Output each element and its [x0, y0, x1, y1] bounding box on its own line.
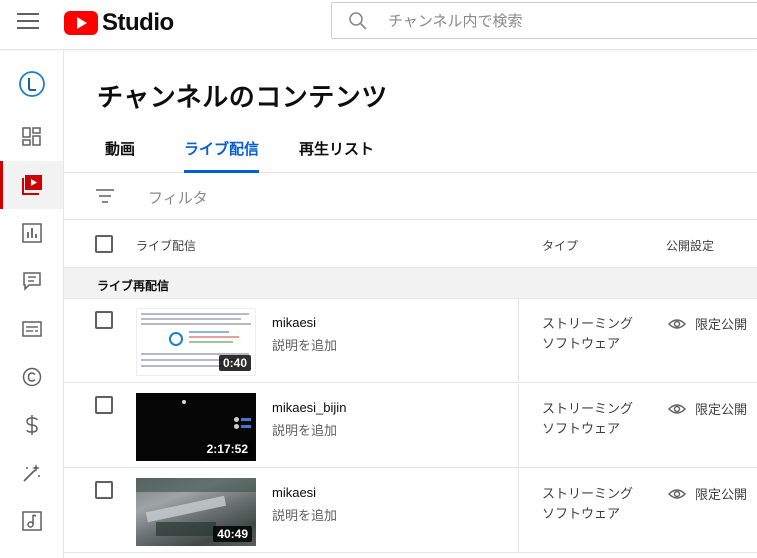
visibility-label: 限定公開 — [695, 402, 748, 417]
filter-input[interactable]: フィルタ — [148, 187, 208, 208]
filter-icon[interactable] — [95, 188, 115, 204]
row-checkbox[interactable] — [95, 311, 113, 329]
section-header: ライブ再配信 — [64, 268, 757, 299]
stream-type: ストリーミング ソフトウェア — [542, 484, 633, 524]
stream-type: ストリーミング ソフトウェア — [542, 399, 633, 439]
menu-icon[interactable] — [17, 13, 39, 31]
comments-icon — [22, 272, 41, 291]
eye-icon — [668, 488, 686, 499]
column-header-type[interactable]: タイプ — [542, 237, 578, 254]
video-duration: 0:40 — [218, 355, 251, 371]
add-description-link[interactable]: 説明を追加 — [272, 335, 337, 354]
video-title[interactable]: mikaesi — [272, 315, 316, 330]
search-icon — [348, 11, 368, 31]
add-description-link[interactable]: 説明を追加 — [272, 420, 337, 439]
table-header: ライブ配信 タイプ 公開設定 — [64, 220, 757, 268]
select-all-checkbox[interactable] — [95, 235, 113, 253]
column-divider — [518, 469, 519, 553]
page-title: チャンネルのコンテンツ — [97, 82, 388, 112]
visibility-selector[interactable]: 限定公開 — [668, 484, 747, 503]
column-divider — [518, 384, 519, 468]
stream-type-line1: ストリーミング — [542, 486, 634, 501]
column-header-live[interactable]: ライブ配信 — [136, 237, 196, 254]
column-header-visibility[interactable]: 公開設定 — [666, 237, 714, 254]
stream-type-line1: ストリーミング — [542, 316, 634, 331]
audio-library-icon — [21, 511, 42, 531]
sidebar — [0, 51, 64, 558]
sidebar-item-comments[interactable] — [0, 257, 63, 305]
stream-type: ストリーミング ソフトウェア — [542, 314, 633, 354]
sidebar-item-monetization[interactable] — [0, 401, 63, 449]
channel-avatar-icon — [18, 71, 45, 97]
eye-icon — [668, 403, 686, 414]
copyright-icon — [22, 367, 41, 387]
column-divider — [518, 299, 519, 383]
sidebar-item-content[interactable] — [0, 161, 63, 209]
visibility-selector[interactable]: 限定公開 — [668, 399, 747, 418]
tab-playlists[interactable]: 再生リスト — [299, 126, 374, 171]
stream-type-line2: ソフトウェア — [542, 421, 621, 436]
top-bar: Studio チャンネル内で検索 — [0, 0, 757, 50]
search-input[interactable]: チャンネル内で検索 — [388, 10, 523, 31]
app-name: Studio — [102, 9, 174, 36]
sidebar-item-customization[interactable] — [0, 449, 63, 497]
row-checkbox[interactable] — [95, 481, 113, 499]
customization-icon — [22, 464, 40, 482]
section-label: ライブ再配信 — [97, 279, 170, 293]
stream-type-line2: ソフトウェア — [542, 506, 621, 521]
video-thumbnail[interactable]: 0:40 — [136, 308, 256, 376]
video-duration: 40:49 — [213, 526, 252, 542]
video-title[interactable]: mikaesi — [272, 485, 316, 500]
table-row[interactable]: 0:40 mikaesi 説明を追加 ストリーミング ソフトウェア 限定公開 — [64, 299, 757, 383]
dashboard-icon — [21, 127, 41, 146]
video-thumbnail[interactable]: 2:17:52 — [136, 393, 256, 461]
filter-bar: フィルタ — [64, 173, 757, 220]
visibility-label: 限定公開 — [695, 487, 748, 502]
tab-live[interactable]: ライブ配信 — [184, 126, 260, 173]
sidebar-item-dashboard[interactable] — [0, 113, 63, 161]
subtitles-icon — [21, 321, 42, 337]
analytics-icon — [21, 223, 42, 243]
studio-logo[interactable]: Studio — [64, 9, 174, 37]
sidebar-item-copyright[interactable] — [0, 353, 63, 401]
video-duration: 2:17:52 — [202, 441, 252, 457]
visibility-selector[interactable]: 限定公開 — [668, 314, 747, 333]
visibility-label: 限定公開 — [695, 317, 748, 332]
content-icon — [21, 175, 42, 195]
sidebar-item-subtitles[interactable] — [0, 305, 63, 353]
sidebar-item-audio-library[interactable] — [0, 497, 63, 545]
stream-type-line1: ストリーミング — [542, 401, 634, 416]
tab-videos[interactable]: 動画 — [105, 126, 135, 171]
monetization-icon — [25, 415, 38, 435]
row-checkbox[interactable] — [95, 396, 113, 414]
eye-icon — [668, 318, 686, 329]
video-title[interactable]: mikaesi_bijin — [272, 400, 346, 415]
tab-bar: 動画 ライブ配信 再生リスト — [64, 126, 757, 173]
search-box[interactable]: チャンネル内で検索 — [331, 2, 757, 39]
table-row[interactable]: 2:17:52 mikaesi_bijin 説明を追加 ストリーミング ソフトウ… — [64, 384, 757, 468]
video-thumbnail[interactable]: 40:49 — [136, 478, 256, 546]
main-content: チャンネルのコンテンツ 動画 ライブ配信 再生リスト フィルタ ライブ配信 タイ… — [64, 51, 757, 558]
table-row[interactable]: 40:49 mikaesi 説明を追加 ストリーミング ソフトウェア 限定公開 — [64, 469, 757, 553]
sidebar-item-channel[interactable] — [0, 60, 63, 108]
add-description-link[interactable]: 説明を追加 — [272, 505, 337, 524]
sidebar-item-analytics[interactable] — [0, 209, 63, 257]
youtube-logo-icon — [64, 11, 98, 35]
stream-type-line2: ソフトウェア — [542, 336, 621, 351]
